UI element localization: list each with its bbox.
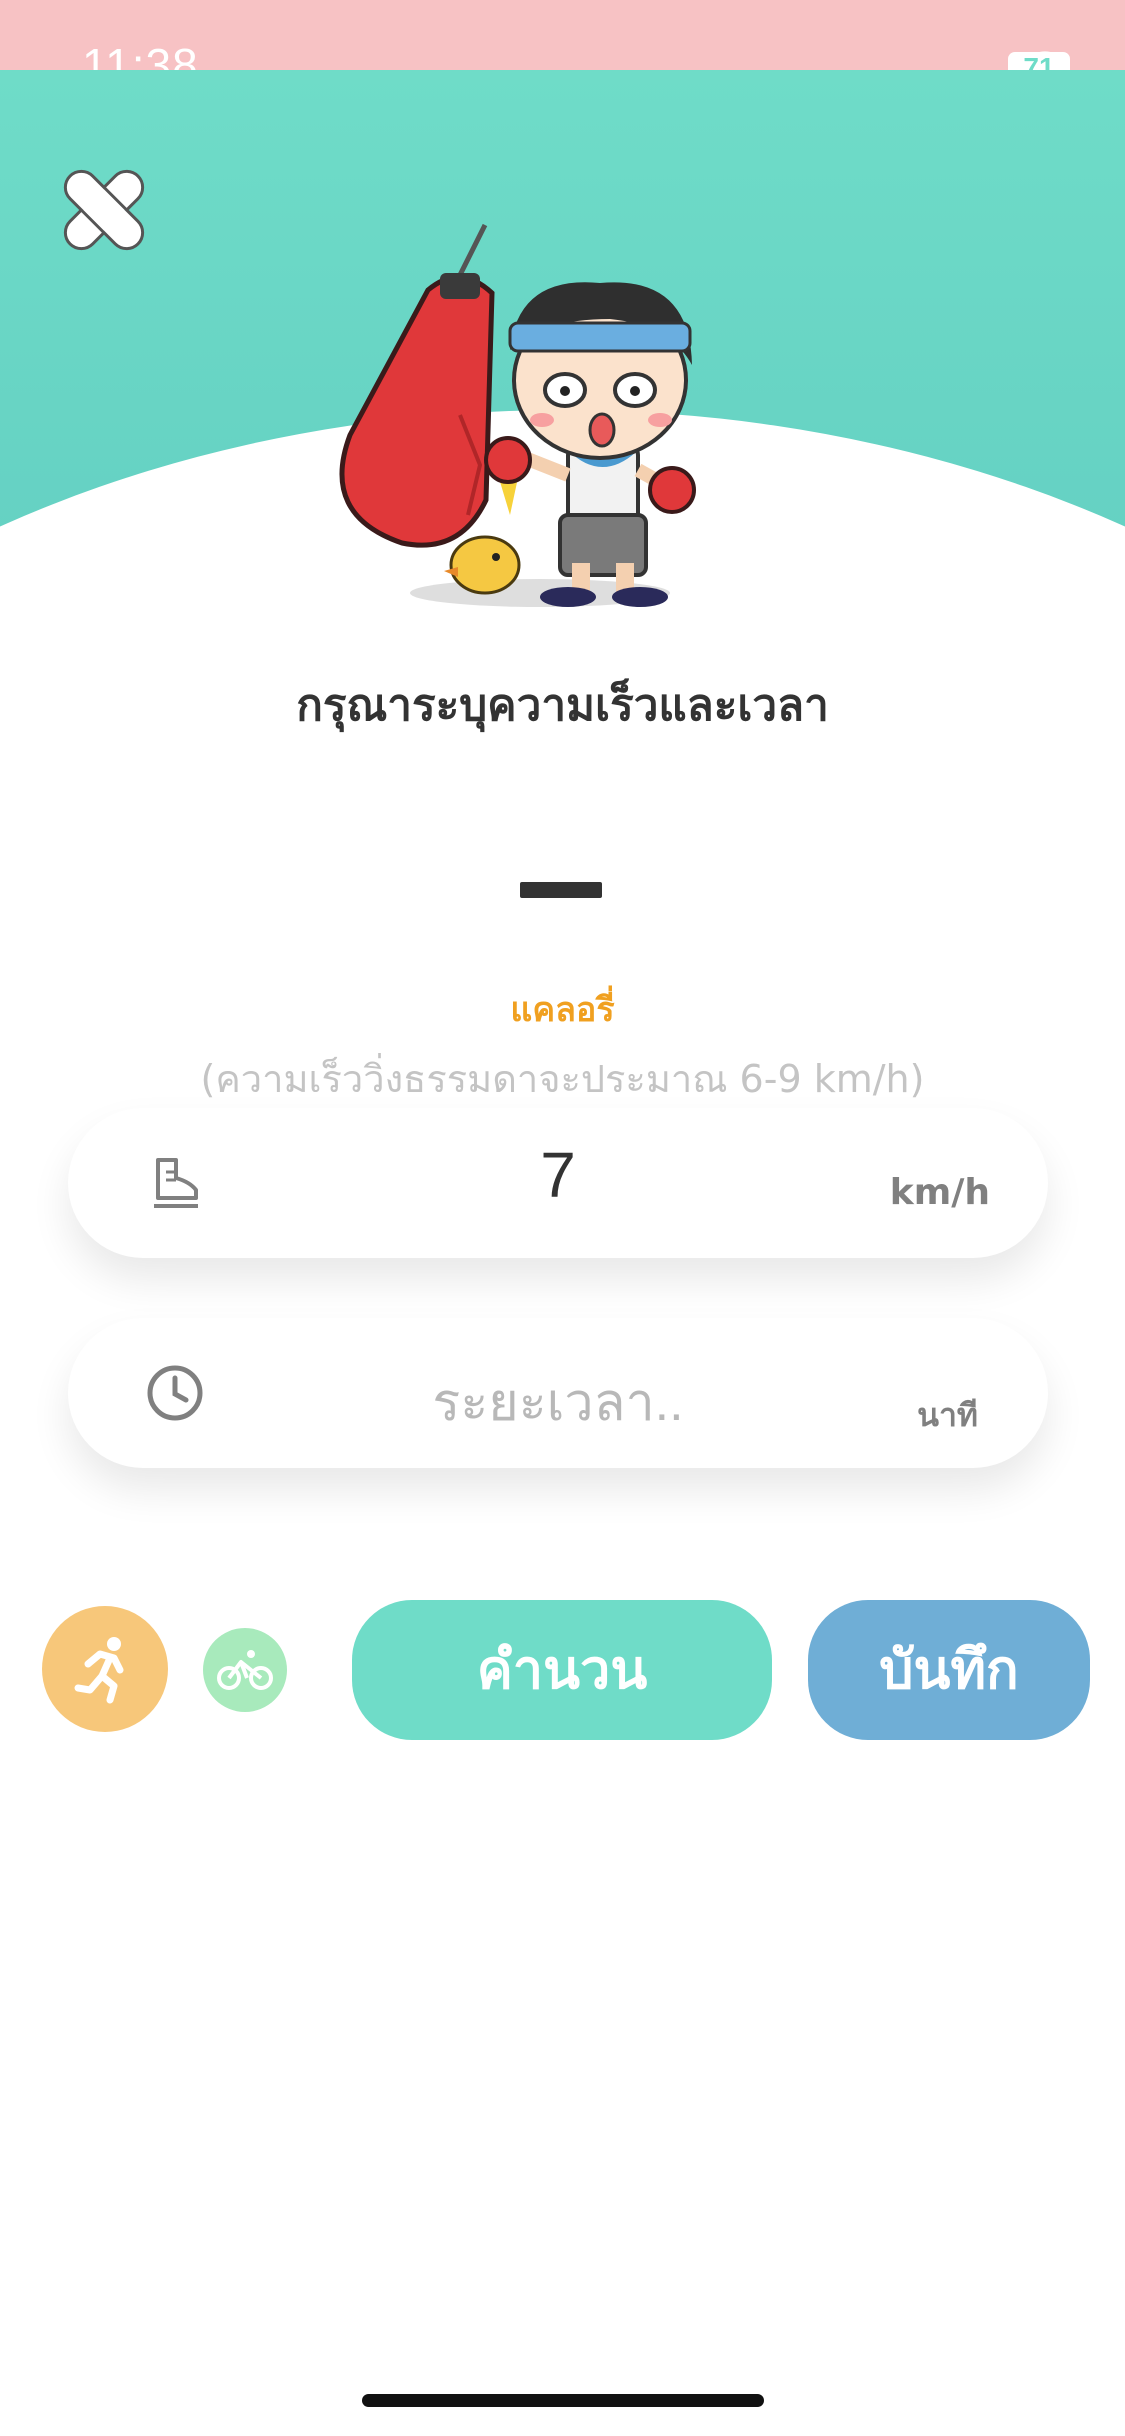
status-bar: 11:38 71 [0, 0, 1125, 91]
close-icon [63, 169, 145, 251]
time-input[interactable]: ระยะเวลา.. [308, 1360, 808, 1443]
time-unit: นาที [917, 1396, 978, 1434]
bicycle-icon [217, 1650, 273, 1690]
clock-icon [146, 1364, 204, 1426]
calorie-label: แคลอรี่ [510, 990, 615, 1030]
page-title: กรุณาระบุความเร็วและเวลา [296, 680, 829, 731]
speed-unit: km/h [889, 1172, 990, 1213]
calorie-result-text: – [520, 882, 521, 883]
time-input-card[interactable]: ระยะเวลา.. นาที [68, 1318, 1048, 1468]
calculate-button[interactable]: คำนวน [352, 1600, 772, 1740]
bike-mode-button[interactable] [203, 1628, 287, 1712]
boxer-illustration [310, 215, 750, 615]
save-button[interactable]: บันทึก [808, 1600, 1090, 1740]
speed-hint: (ความเร็ววิ่งธรรมดาจะประมาณ 6-9 km/h) [200, 1057, 925, 1101]
running-icon [74, 1637, 124, 1704]
run-mode-button[interactable] [42, 1606, 168, 1732]
speed-input-card[interactable]: 7 km/h [68, 1108, 1048, 1258]
speed-input[interactable]: 7 [308, 1138, 808, 1212]
home-indicator[interactable] [362, 2394, 764, 2407]
calorie-result-value: – [520, 882, 602, 898]
close-button[interactable] [54, 160, 154, 260]
shoe-icon [148, 1152, 208, 1216]
